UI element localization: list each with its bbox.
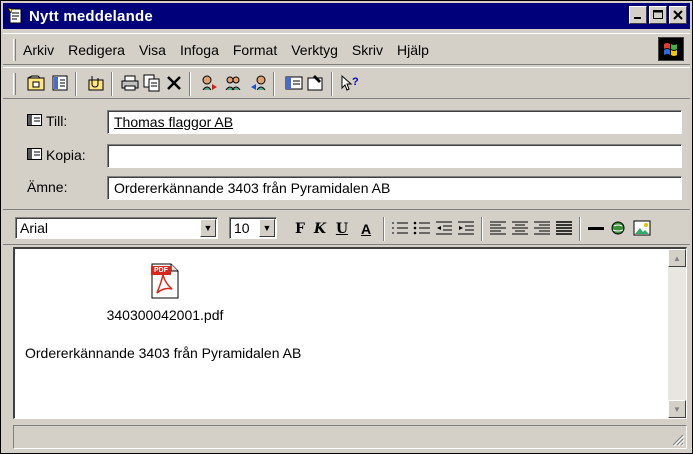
menu-format[interactable]: Format bbox=[233, 42, 277, 58]
format-bar: Arial ▼ 10 ▼ F K U A bbox=[3, 209, 690, 245]
size-value: 10 bbox=[234, 220, 250, 236]
help-pointer-icon[interactable]: ? bbox=[339, 72, 361, 94]
delete-icon[interactable] bbox=[163, 72, 185, 94]
resize-grip-icon[interactable] bbox=[670, 432, 684, 446]
menu-infoga[interactable]: Infoga bbox=[180, 42, 219, 58]
signature-icon[interactable] bbox=[305, 72, 327, 94]
menu-redigera[interactable]: Redigera bbox=[68, 42, 125, 58]
menu-grip[interactable] bbox=[13, 39, 16, 61]
font-select[interactable]: Arial ▼ bbox=[15, 217, 218, 239]
to-field[interactable]: Thomas flaggor AB bbox=[107, 110, 682, 134]
underline-button[interactable]: U bbox=[333, 219, 351, 239]
subject-field[interactable]: Ordererkännande 3403 från Pyramidalen AB bbox=[107, 176, 682, 200]
size-dropdown-icon[interactable]: ▼ bbox=[259, 219, 275, 237]
decrease-indent-icon[interactable] bbox=[435, 220, 453, 236]
menu-hjalp[interactable]: Hjälp bbox=[397, 42, 429, 58]
menu-visa[interactable]: Visa bbox=[139, 42, 166, 58]
menu-arkiv[interactable]: Arkiv bbox=[23, 42, 54, 58]
forward-icon[interactable] bbox=[247, 72, 269, 94]
toolbar: ? bbox=[3, 67, 690, 99]
svg-text:?: ? bbox=[352, 76, 359, 88]
mail-window: Nytt meddelande Arkiv Redigera Visa Info… bbox=[0, 0, 693, 454]
subject-value: Ordererkännande 3403 från Pyramidalen AB bbox=[114, 180, 391, 196]
menu-bar: Arkiv Redigera Visa Infoga Format Verkty… bbox=[3, 33, 690, 65]
subject-label: Ämne: bbox=[27, 179, 67, 195]
address-book-icon bbox=[27, 147, 42, 163]
cc-field[interactable] bbox=[107, 144, 682, 168]
insert-hyperlink-icon[interactable] bbox=[609, 220, 627, 236]
attachment-filename[interactable]: 340300042001.pdf bbox=[95, 307, 235, 323]
italic-button[interactable]: K bbox=[311, 219, 329, 239]
justify-icon[interactable] bbox=[555, 220, 573, 236]
status-bar bbox=[13, 425, 687, 449]
pdf-badge-text: PDF bbox=[154, 267, 168, 274]
address-book-icon[interactable] bbox=[49, 72, 71, 94]
message-body[interactable]: PDF 340300042001.pdf Ordererkännande 340… bbox=[13, 247, 687, 419]
toolbar-grip[interactable] bbox=[13, 73, 16, 95]
address-book-icon bbox=[27, 113, 42, 129]
vertical-scrollbar[interactable]: ▲ ▼ bbox=[668, 249, 686, 418]
print-icon[interactable] bbox=[119, 72, 141, 94]
font-dropdown-icon[interactable]: ▼ bbox=[200, 219, 216, 237]
windows-logo-icon bbox=[658, 37, 684, 61]
minimize-button[interactable] bbox=[629, 6, 647, 24]
horizontal-line-icon[interactable] bbox=[587, 220, 605, 236]
bold-button[interactable]: F bbox=[291, 219, 309, 239]
check-names-icon[interactable] bbox=[283, 72, 305, 94]
scroll-down-icon[interactable]: ▼ bbox=[668, 400, 686, 418]
cc-label-text: Kopia: bbox=[46, 147, 86, 163]
increase-indent-icon[interactable] bbox=[457, 220, 475, 236]
menu-verktyg[interactable]: Verktyg bbox=[291, 42, 338, 58]
attach-icon[interactable] bbox=[85, 72, 107, 94]
copy-icon[interactable] bbox=[141, 72, 163, 94]
body-text: Ordererkännande 3403 från Pyramidalen AB bbox=[25, 345, 302, 361]
reply-icon[interactable] bbox=[199, 72, 221, 94]
close-button[interactable] bbox=[669, 6, 687, 24]
cc-label[interactable]: Kopia: bbox=[27, 147, 86, 163]
to-label[interactable]: Till: bbox=[27, 113, 67, 129]
subject-label-text: Ämne: bbox=[27, 179, 68, 195]
numbered-list-icon[interactable] bbox=[391, 220, 409, 236]
align-center-icon[interactable] bbox=[511, 220, 529, 236]
font-color-button[interactable]: A bbox=[355, 219, 377, 239]
to-label-text: Till: bbox=[46, 113, 68, 129]
window-title: Nytt meddelande bbox=[29, 7, 153, 25]
font-value: Arial bbox=[20, 220, 49, 236]
maximize-button[interactable] bbox=[649, 6, 667, 24]
bullet-list-icon[interactable] bbox=[413, 220, 431, 236]
send-icon[interactable] bbox=[25, 72, 47, 94]
insert-picture-icon[interactable] bbox=[633, 220, 651, 236]
align-left-icon[interactable] bbox=[489, 220, 507, 236]
size-select[interactable]: 10 ▼ bbox=[229, 217, 277, 239]
align-right-icon[interactable] bbox=[533, 220, 551, 236]
pdf-file-icon[interactable]: PDF bbox=[151, 263, 179, 299]
new-message-icon bbox=[7, 7, 25, 25]
menu-skriv[interactable]: Skriv bbox=[352, 42, 383, 58]
scroll-up-icon[interactable]: ▲ bbox=[668, 249, 686, 267]
reply-all-icon[interactable] bbox=[223, 72, 245, 94]
pdf-attachment[interactable]: PDF 340300042001.pdf bbox=[95, 263, 235, 323]
title-bar[interactable]: Nytt meddelande bbox=[3, 3, 690, 29]
to-value[interactable]: Thomas flaggor AB bbox=[114, 114, 233, 130]
